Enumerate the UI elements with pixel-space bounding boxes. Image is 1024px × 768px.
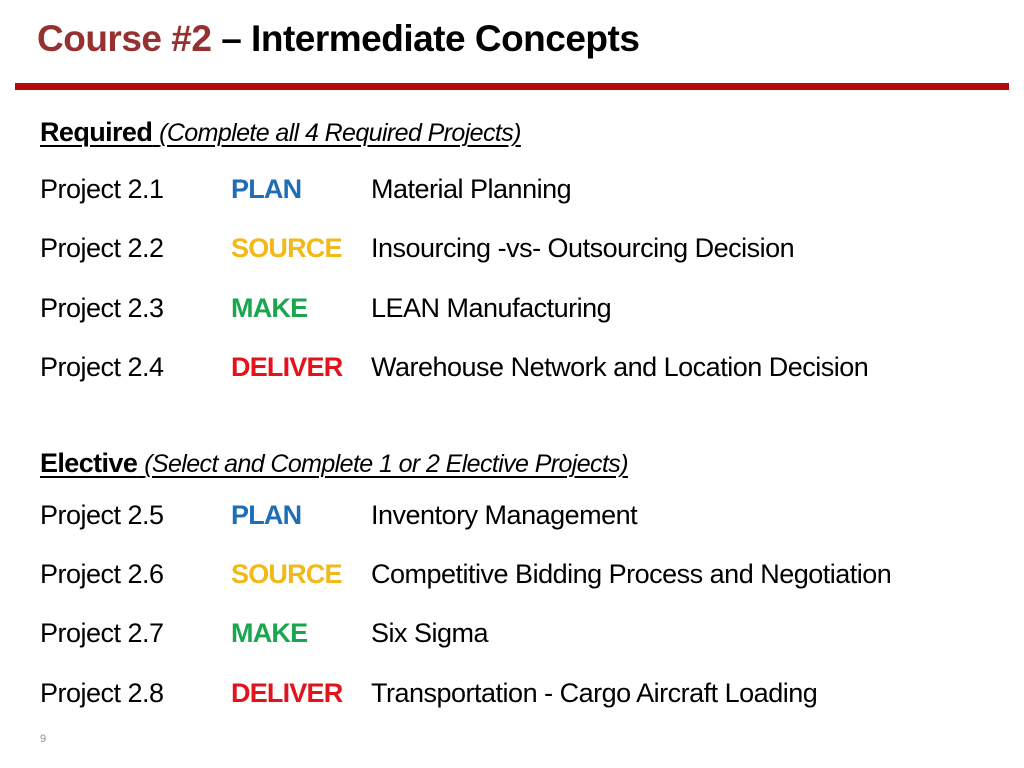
elective-note: (Select and Complete 1 or 2 Elective Pro… [144, 450, 628, 478]
required-note: (Complete all 4 Required Projects) [159, 119, 521, 147]
project-id: Project 2.1 [40, 174, 164, 204]
phase-label: PLAN [231, 500, 302, 530]
phase-label: MAKE [231, 293, 308, 323]
project-row: Project 2.1 PLAN Material Planning [40, 174, 1000, 214]
project-row: Project 2.8 DELIVER Transportation - Car… [40, 678, 1000, 718]
slide: Course #2 – Intermediate Concepts Requir… [0, 0, 1024, 768]
project-description: Six Sigma [371, 618, 489, 648]
project-row: Project 2.5 PLAN Inventory Management [40, 500, 1000, 540]
project-row: Project 2.4 DELIVER Warehouse Network an… [40, 352, 1000, 392]
project-id: Project 2.2 [40, 233, 164, 263]
project-id: Project 2.7 [40, 618, 164, 648]
project-row: Project 2.3 MAKE LEAN Manufacturing [40, 293, 1000, 333]
project-row: Project 2.6 SOURCE Competitive Bidding P… [40, 559, 1000, 599]
phase-label: DELIVER [231, 678, 343, 708]
project-description: Warehouse Network and Location Decision [371, 352, 869, 382]
project-description: LEAN Manufacturing [371, 293, 612, 323]
elective-label: Elective [40, 448, 138, 478]
phase-label: SOURCE [231, 233, 343, 263]
project-description: Inventory Management [371, 500, 638, 530]
phase-label: PLAN [231, 174, 302, 204]
required-label: Required [40, 117, 153, 147]
phase-label: DELIVER [231, 352, 343, 382]
phase-label: MAKE [231, 618, 308, 648]
project-description: Transportation - Cargo Aircraft Loading [371, 678, 818, 708]
project-id: Project 2.8 [40, 678, 164, 708]
project-id: Project 2.6 [40, 559, 164, 589]
page-number: 9 [40, 733, 47, 745]
project-row: Project 2.2 SOURCE Insourcing -vs- Outso… [40, 233, 1000, 273]
slide-title: Course #2 – Intermediate Concepts [37, 18, 640, 60]
required-heading: Required (Complete all 4 Required Projec… [40, 117, 521, 148]
project-id: Project 2.4 [40, 352, 164, 382]
title-divider [15, 83, 1009, 90]
title-rest: – Intermediate Concepts [211, 18, 640, 59]
project-id: Project 2.3 [40, 293, 164, 323]
project-id: Project 2.5 [40, 500, 164, 530]
project-description: Competitive Bidding Process and Negotiat… [371, 559, 892, 589]
project-row: Project 2.7 MAKE Six Sigma [40, 618, 1000, 658]
project-description: Material Planning [371, 174, 572, 204]
elective-heading: Elective (Select and Complete 1 or 2 Ele… [40, 448, 629, 479]
title-accent: Course #2 [37, 18, 212, 59]
phase-label: SOURCE [231, 559, 343, 589]
project-description: Insourcing -vs- Outsourcing Decision [371, 233, 795, 263]
